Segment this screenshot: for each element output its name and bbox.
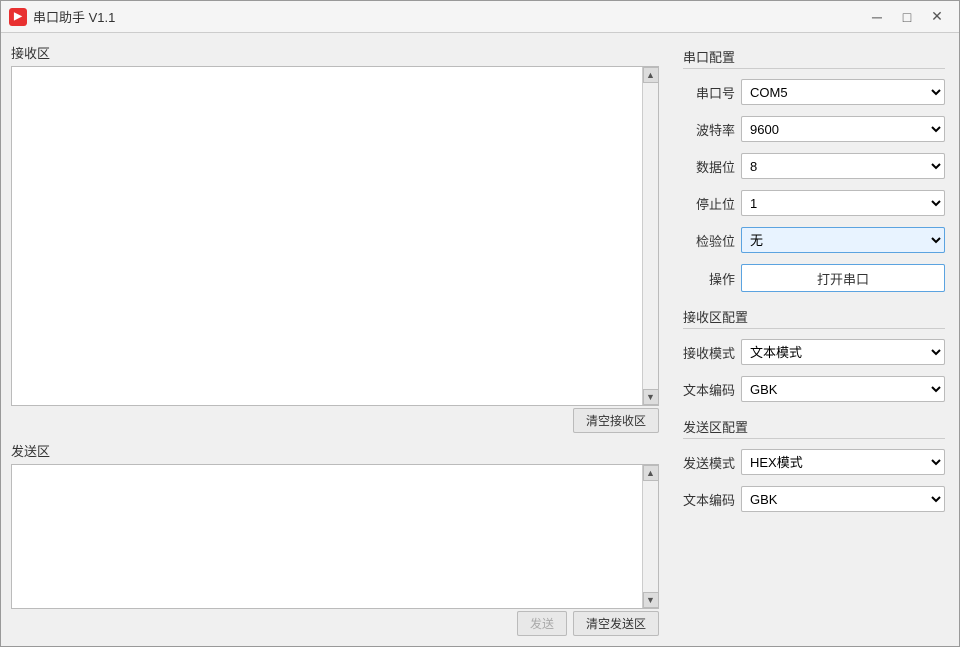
send-scrollbar: ▲ ▼ — [642, 465, 658, 608]
send-btn-row: 发送 清空发送区 — [11, 611, 659, 636]
parity-row: 检验位 无 奇校验 偶校验 — [683, 227, 945, 253]
title-bar: ▶ 串口助手 V1.1 ─ □ ✕ — [1, 1, 959, 33]
window-title: 串口助手 V1.1 — [33, 7, 115, 26]
port-row: 串口号 COM5 COM1 COM2 COM3 COM4 COM6 — [683, 79, 945, 105]
receive-scroll-up[interactable]: ▲ — [643, 67, 659, 83]
send-mode-label: 发送模式 — [683, 453, 735, 472]
parity-select[interactable]: 无 奇校验 偶校验 — [741, 227, 945, 253]
receive-scrollbar: ▲ ▼ — [642, 67, 658, 405]
app-icon: ▶ — [9, 8, 27, 26]
data-bits-row: 数据位 8 5 6 7 — [683, 153, 945, 179]
text-encoding-row: 文本编码 GBK UTF-8 ASCII — [683, 376, 945, 402]
send-config-title: 发送区配置 — [683, 413, 945, 439]
receive-scroll-down[interactable]: ▼ — [643, 389, 659, 405]
main-window: ▶ 串口助手 V1.1 ─ □ ✕ 接收区 ▲ ▼ — [0, 0, 960, 647]
title-bar-left: ▶ 串口助手 V1.1 — [9, 7, 115, 26]
text-encoding-label: 文本编码 — [683, 380, 735, 399]
main-content: 接收区 ▲ ▼ 清空接收区 发送区 — [1, 33, 959, 646]
right-panel: 串口配置 串口号 COM5 COM1 COM2 COM3 COM4 COM6 波… — [669, 33, 959, 646]
send-encoding-label: 文本编码 — [683, 490, 735, 509]
receive-textarea[interactable] — [12, 67, 658, 405]
receive-config-title: 接收区配置 — [683, 303, 945, 329]
clear-receive-button[interactable]: 清空接收区 — [573, 408, 659, 433]
receive-mode-row: 接收模式 文本模式 HEX模式 — [683, 339, 945, 365]
open-port-button[interactable]: 打开串口 — [741, 264, 945, 292]
stop-bits-row: 停止位 1 1.5 2 — [683, 190, 945, 216]
send-scroll-up[interactable]: ▲ — [643, 465, 659, 481]
receive-mode-select[interactable]: 文本模式 HEX模式 — [741, 339, 945, 365]
clear-send-button[interactable]: 清空发送区 — [573, 611, 659, 636]
text-encoding-select[interactable]: GBK UTF-8 ASCII — [741, 376, 945, 402]
parity-label: 检验位 — [683, 231, 735, 250]
send-mode-row: 发送模式 HEX模式 文本模式 — [683, 449, 945, 475]
baud-label: 波特率 — [683, 120, 735, 139]
baud-select[interactable]: 9600 1200 2400 4800 19200 38400 57600 11… — [741, 116, 945, 142]
maximize-button[interactable]: □ — [893, 5, 921, 29]
send-encoding-row: 文本编码 GBK UTF-8 ASCII — [683, 486, 945, 512]
data-bits-select[interactable]: 8 5 6 7 — [741, 153, 945, 179]
operation-row: 操作 打开串口 — [683, 264, 945, 292]
send-button[interactable]: 发送 — [517, 611, 567, 636]
port-label: 串口号 — [683, 83, 735, 102]
close-button[interactable]: ✕ — [923, 5, 951, 29]
receive-btn-row: 清空接收区 — [11, 408, 659, 433]
send-encoding-select[interactable]: GBK UTF-8 ASCII — [741, 486, 945, 512]
stop-bits-select[interactable]: 1 1.5 2 — [741, 190, 945, 216]
send-textarea[interactable] — [12, 465, 658, 608]
window-controls: ─ □ ✕ — [863, 5, 951, 29]
send-mode-select[interactable]: HEX模式 文本模式 — [741, 449, 945, 475]
left-panel: 接收区 ▲ ▼ 清空接收区 发送区 — [1, 33, 669, 646]
receive-mode-label: 接收模式 — [683, 343, 735, 362]
send-textarea-wrap: ▲ ▼ — [11, 464, 659, 609]
data-bits-label: 数据位 — [683, 157, 735, 176]
stop-bits-label: 停止位 — [683, 194, 735, 213]
send-area-container: 发送区 ▲ ▼ 发送 清空发送区 — [11, 441, 659, 636]
port-select[interactable]: COM5 COM1 COM2 COM3 COM4 COM6 — [741, 79, 945, 105]
receive-textarea-wrap: ▲ ▼ — [11, 66, 659, 406]
send-scroll-down[interactable]: ▼ — [643, 592, 659, 608]
baud-row: 波特率 9600 1200 2400 4800 19200 38400 5760… — [683, 116, 945, 142]
receive-area-label: 接收区 — [11, 43, 659, 62]
receive-area-container: 接收区 ▲ ▼ 清空接收区 — [11, 43, 659, 433]
serial-config-title: 串口配置 — [683, 43, 945, 69]
minimize-button[interactable]: ─ — [863, 5, 891, 29]
send-area-label: 发送区 — [11, 441, 659, 460]
operation-label: 操作 — [683, 269, 735, 288]
